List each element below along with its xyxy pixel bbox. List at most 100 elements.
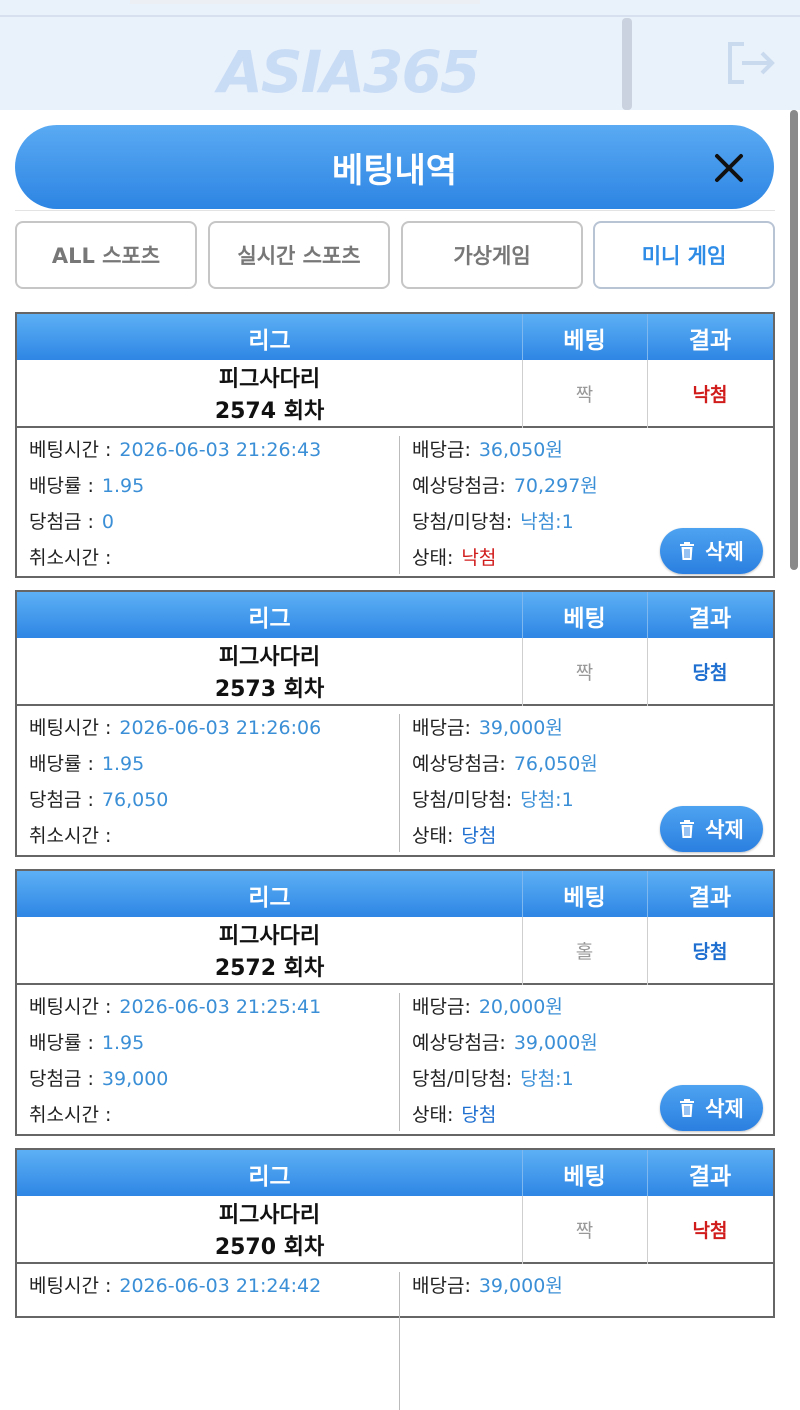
expected-win: 예상당첨금: 39,000원 — [412, 1032, 598, 1054]
header-divider — [647, 314, 648, 360]
bet-pick: 짝 — [575, 384, 594, 406]
bet-details: 베팅시간 :2026-06-03 21:26:43 배당률 :1.95 당첨금 … — [17, 430, 773, 574]
tab-virtual-games[interactable]: 가상게임 — [401, 221, 583, 289]
bet-summary-row: 피그사다리 2573 회차 짝 당첨 — [17, 638, 773, 706]
delete-button[interactable]: 삭제 — [660, 1085, 763, 1131]
game-info: 피그사다리 2573 회차 — [17, 642, 522, 706]
bet-result: 낙첨 — [692, 384, 728, 406]
logout-icon[interactable] — [724, 38, 778, 88]
expected-win: 예상당첨금: 70,297원 — [412, 475, 598, 497]
bet-details: 베팅시간 :2026-06-03 21:24:42 배당금: 39,000원 — [17, 1266, 773, 1410]
status: 상태: 낙첨 — [412, 547, 497, 569]
card-header: 리그 베팅 결과 — [17, 314, 773, 360]
category-tabs: ALL 스포츠 실시간 스포츠 가상게임 미니 게임 — [15, 221, 775, 289]
game-name: 피그사다리 — [218, 367, 321, 392]
bet-pick: 짝 — [575, 662, 594, 684]
col-bet: 베팅 — [563, 885, 606, 911]
card-header: 리그 베팅 결과 — [17, 871, 773, 917]
delete-button[interactable]: 삭제 — [660, 528, 763, 574]
delete-button[interactable]: 삭제 — [660, 806, 763, 852]
bet-summary-row: 피그사다리 2572 회차 홀 당첨 — [17, 917, 773, 985]
close-icon[interactable] — [711, 150, 747, 186]
details-divider — [399, 436, 400, 574]
stake: 배당금: 39,000원 — [412, 717, 563, 739]
site-logo[interactable]: ASIA365 — [218, 38, 480, 106]
bet-card: 리그 베팅 결과 피그사다리 2573 회차 짝 당첨 베팅시간 :2026-0… — [15, 590, 775, 857]
bet-result: 당첨 — [692, 941, 728, 963]
odds: 배당률 :1.95 — [29, 753, 145, 775]
page-title: 베팅내역 — [331, 151, 458, 191]
col-bet: 베팅 — [563, 1164, 606, 1190]
game-name: 피그사다리 — [218, 924, 321, 949]
bet-card: 리그 베팅 결과 피그사다리 2570 회차 짝 낙첨 베팅시간 :2026-0… — [15, 1148, 775, 1410]
bet-details: 베팅시간 :2026-06-03 21:26:06 배당률 :1.95 당첨금 … — [17, 708, 773, 852]
trash-icon — [680, 820, 695, 838]
status: 상태: 당첨 — [412, 1104, 497, 1126]
col-league: 리그 — [248, 328, 291, 354]
cancel-time: 취소시간 : — [29, 547, 112, 569]
expected-win: 예상당첨금: 76,050원 — [412, 753, 598, 775]
trash-icon — [680, 542, 695, 560]
bet-summary-row: 피그사다리 2570 회차 짝 낙첨 — [17, 1196, 773, 1264]
bet-history-header: 베팅내역 — [15, 125, 774, 209]
header-divider — [647, 871, 648, 917]
game-info: 피그사다리 2574 회차 — [17, 364, 522, 428]
game-name: 피그사다리 — [218, 1203, 321, 1228]
game-info: 피그사다리 2572 회차 — [17, 921, 522, 985]
col-result: 결과 — [688, 1164, 732, 1190]
top-divider — [0, 15, 800, 17]
header-divider — [522, 871, 523, 917]
odds: 배당률 :1.95 — [29, 475, 145, 497]
card-header: 리그 베팅 결과 — [17, 1150, 773, 1196]
card-header: 리그 베팅 결과 — [17, 592, 773, 638]
stake: 배당금: 39,000원 — [412, 1275, 563, 1297]
cancel-time: 취소시간 : — [29, 825, 112, 847]
bet-pick: 짝 — [575, 1220, 594, 1242]
game-round: 2570 회차 — [214, 1235, 325, 1260]
bet-card: 리그 베팅 결과 피그사다리 2572 회차 홀 당첨 베팅시간 :2026-0… — [15, 869, 775, 1136]
stake: 배당금: 20,000원 — [412, 996, 563, 1018]
bet-result: 당첨 — [692, 662, 728, 684]
game-round: 2572 회차 — [214, 956, 325, 981]
game-name: 피그사다리 — [218, 645, 321, 670]
header-divider — [647, 592, 648, 638]
bet-card: 리그 베팅 결과 피그사다리 2574 회차 짝 낙첨 베팅시간 :2026-0… — [15, 312, 775, 578]
win-amount: 당첨금 :76,050 — [29, 789, 169, 811]
header-divider — [522, 314, 523, 360]
col-result: 결과 — [688, 606, 732, 632]
bet-pick: 홀 — [575, 941, 594, 963]
details-divider — [399, 714, 400, 852]
cancel-time: 취소시간 : — [29, 1104, 112, 1126]
bet-time: 베팅시간 :2026-06-03 21:26:43 — [29, 439, 322, 461]
odds: 배당률 :1.95 — [29, 1032, 145, 1054]
win-lose: 당첨/미당첨: 당첨:1 — [412, 789, 574, 811]
bet-summary-row: 피그사다리 2574 회차 짝 낙첨 — [17, 360, 773, 428]
status-bar — [130, 0, 480, 4]
col-bet: 베팅 — [563, 328, 606, 354]
col-league: 리그 — [248, 885, 291, 911]
header-divider — [647, 1150, 648, 1196]
col-result: 결과 — [688, 328, 732, 354]
col-result: 결과 — [688, 885, 732, 911]
bet-result: 낙첨 — [692, 1220, 728, 1242]
header-divider — [522, 592, 523, 638]
details-divider — [399, 1272, 400, 1410]
col-league: 리그 — [248, 1164, 291, 1190]
tab-all-sports[interactable]: ALL 스포츠 — [15, 221, 197, 289]
game-round: 2573 회차 — [214, 677, 325, 702]
details-divider — [399, 993, 400, 1131]
header-separator — [15, 210, 775, 211]
status: 상태: 당첨 — [412, 825, 497, 847]
tab-mini-games[interactable]: 미니 게임 — [593, 221, 775, 289]
win-amount: 당첨금 :0 — [29, 511, 114, 533]
scrollbar[interactable] — [790, 110, 798, 570]
bet-time: 베팅시간 :2026-06-03 21:24:42 — [29, 1275, 322, 1297]
col-bet: 베팅 — [563, 606, 606, 632]
tab-live-sports[interactable]: 실시간 스포츠 — [208, 221, 390, 289]
bet-time: 베팅시간 :2026-06-03 21:26:06 — [29, 717, 322, 739]
win-lose: 당첨/미당첨: 당첨:1 — [412, 1068, 574, 1090]
col-league: 리그 — [248, 606, 291, 632]
bet-time: 베팅시간 :2026-06-03 21:25:41 — [29, 996, 322, 1018]
trash-icon — [680, 1099, 695, 1117]
bet-details: 베팅시간 :2026-06-03 21:25:41 배당률 :1.95 당첨금 … — [17, 987, 773, 1131]
